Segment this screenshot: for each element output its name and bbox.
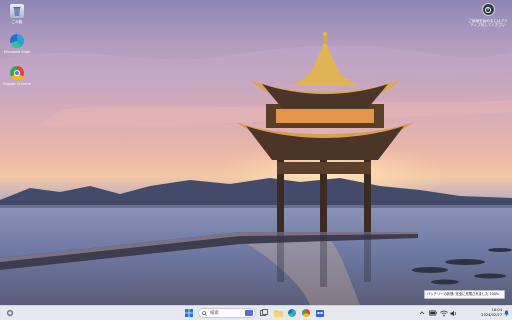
bell-icon: [503, 310, 509, 316]
battery-icon: [428, 310, 437, 316]
edge-button[interactable]: [287, 308, 297, 318]
volume-tray-button[interactable]: [449, 308, 458, 318]
chrome-icon: [10, 66, 24, 80]
widgets-button[interactable]: [5, 308, 15, 318]
clock-date: 2024/02/27: [481, 312, 502, 317]
tray-overflow-button[interactable]: [418, 308, 426, 318]
chrome-icon: [302, 309, 310, 317]
store-button[interactable]: [315, 308, 325, 318]
search-icon: [202, 310, 207, 316]
desktop-icon-label: Microsoft Edge: [3, 50, 31, 54]
activation-text: ご使用を始めるにはアクティブ化してください: [468, 19, 508, 28]
wifi-icon: [439, 310, 448, 316]
start-button[interactable]: [184, 308, 194, 318]
desktop-icon-recycle-bin[interactable]: ごみ箱: [0, 4, 34, 24]
chevron-up-icon: [419, 311, 425, 315]
activation-icon: [481, 3, 495, 16]
battery-status-toast[interactable]: バッテリーの状態: 完全に充電されました 100%: [424, 290, 505, 299]
taskview-button[interactable]: [259, 308, 268, 318]
notification-button[interactable]: [502, 306, 510, 319]
file-explorer-button[interactable]: [273, 308, 283, 318]
chrome-button[interactable]: [301, 308, 311, 318]
desktop-icon-chrome[interactable]: Google Chrome: [0, 66, 34, 86]
desktop-icon-label: ごみ箱: [11, 20, 23, 24]
search-highlight-icon: [245, 310, 253, 316]
taskbar-search-box[interactable]: 検索: [198, 308, 256, 318]
taskbar: 検索: [0, 305, 512, 320]
widgets-icon: [6, 309, 14, 317]
taskbar-clock[interactable]: 18:04 2024/02/27: [474, 305, 502, 320]
battery-tray-button[interactable]: [428, 308, 437, 318]
start-icon: [185, 309, 193, 317]
edge-icon: [10, 34, 24, 48]
activation-widget[interactable]: ご使用を始めるにはアクティブ化してください: [468, 3, 508, 28]
file-explorer-icon: [273, 310, 283, 317]
store-icon: [316, 310, 324, 317]
wallpaper-scene: [0, 31, 512, 305]
desktop-icon-label: Google Chrome: [3, 82, 31, 86]
search-label: 検索: [210, 311, 219, 316]
taskview-icon: [259, 309, 268, 316]
network-tray-button[interactable]: [439, 308, 448, 318]
desktop-icon-edge[interactable]: Microsoft Edge: [0, 34, 34, 54]
edge-icon: [288, 309, 296, 317]
desktop-background: ごみ箱 Microsoft Edge Google Chrome ご使用を始める…: [0, 0, 512, 305]
recycle-bin-icon: [10, 4, 24, 18]
volume-icon: [450, 310, 456, 316]
toast-text: バッテリーの状態: 完全に充電されました 100%: [427, 292, 499, 296]
